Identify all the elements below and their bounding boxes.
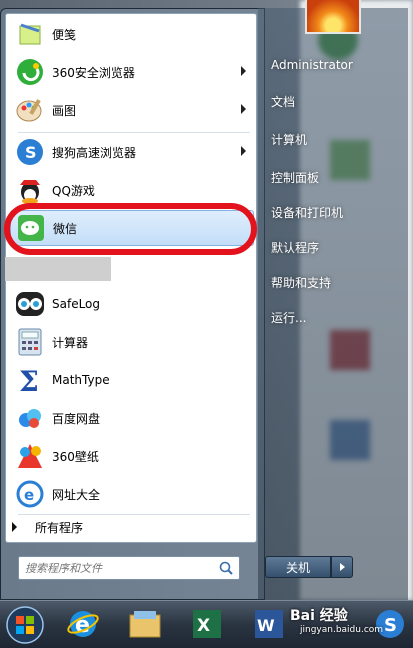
start-button[interactable] [0,601,50,648]
menu-item-label: 计算器 [52,335,89,350]
calculator-icon [14,326,46,358]
360-browser-icon [14,56,46,88]
watermark-logo: Bai 经验 [290,608,348,624]
svg-text:S: S [25,143,37,162]
svg-text:S: S [384,615,397,636]
taskbar-ie[interactable]: e [58,604,108,644]
menu-item-baidu-netdisk[interactable]: 百度网盘 [10,400,254,436]
taskbar-explorer[interactable] [120,604,170,644]
menu-item-sticky-notes[interactable]: 便笺 [10,16,254,52]
menu-item-sogou-browser[interactable]: S 搜狗高速浏览器 [10,134,254,170]
shutdown-button[interactable]: 关机 [265,556,331,578]
highlight-ring-annotation [4,203,257,255]
menu-item-url-directory[interactable]: e 网址大全 [10,476,254,512]
submenu-arrow-icon[interactable] [241,104,246,114]
menu-item-paint[interactable]: 画图 [10,92,254,128]
computer-link[interactable]: 计算机 [271,131,307,148]
all-programs-button[interactable]: 所有程序 [12,516,83,538]
baidu-netdisk-icon [14,402,46,434]
submenu-arrow-icon[interactable] [241,146,246,156]
redacted-block [5,257,111,281]
shutdown-options-button[interactable] [331,556,353,578]
menu-item-label: 画图 [52,103,77,118]
menu-item-label: QQ游戏 [52,183,95,198]
menu-divider [18,514,250,515]
svg-text:X: X [197,616,210,636]
menu-item-360-browser[interactable]: 360安全浏览器 [10,54,254,90]
svg-text:W: W [257,616,275,635]
menu-item-safelog[interactable]: SafeLog [10,286,254,322]
start-orb-icon [6,606,44,644]
default-programs-link[interactable]: 默认程序 [271,239,319,256]
control-panel-link[interactable]: 控制面板 [271,169,319,186]
file-explorer-icon [129,611,161,638]
search-icon[interactable] [219,561,233,578]
search-input[interactable] [25,558,215,578]
expand-arrow-icon [12,522,17,532]
svg-text:e: e [24,486,34,504]
menu-item-label: SafeLog [52,297,101,311]
menu-item-360-wallpaper[interactable]: 360壁纸 [10,438,254,474]
devices-printers-link[interactable]: 设备和打印机 [271,204,343,221]
user-avatar[interactable] [305,0,361,34]
menu-divider [18,132,250,133]
safelog-icon [14,288,46,320]
svg-text:Σ: Σ [19,366,39,394]
menu-item-mathtype[interactable]: Σ MathType [10,362,254,398]
chevron-right-icon [340,563,345,571]
menu-item-calculator[interactable]: 计算器 [10,324,254,360]
word-icon: W [255,610,283,638]
menu-item-label: 网址大全 [52,487,101,502]
taskbar-excel[interactable]: X [182,604,232,644]
internet-explorer-icon: e [67,611,99,638]
taskbar: e X W S Bai 经验 jingyan.baidu.com [0,600,413,648]
documents-link[interactable]: 文档 [271,93,295,110]
user-name-link[interactable]: Administrator [271,58,353,72]
sogou-browser-icon: S [14,136,46,168]
sticky-notes-icon [14,18,46,50]
menu-item-label: MathType [52,373,110,387]
excel-icon: X [193,610,221,638]
menu-item-label: 百度网盘 [52,411,101,426]
all-programs-label: 所有程序 [35,520,84,535]
search-box[interactable] [18,556,240,580]
paint-icon [14,94,46,126]
url-directory-icon: e [14,478,46,510]
submenu-arrow-icon[interactable] [241,66,246,76]
watermark-url: jingyan.baidu.com [300,625,384,635]
menu-item-label: 便笺 [52,27,77,42]
360-wallpaper-icon [14,440,46,472]
run-link[interactable]: 运行... [271,309,306,326]
taskbar-word[interactable]: W [244,604,294,644]
mathtype-icon: Σ [14,364,46,396]
taskbar-sogou[interactable]: S [365,604,413,644]
menu-item-label: 360壁纸 [52,449,99,464]
menu-item-label: 搜狗高速浏览器 [52,145,137,160]
qq-game-icon [14,174,46,206]
sogou-icon: S [376,610,404,638]
help-support-link[interactable]: 帮助和支持 [271,274,331,291]
menu-item-label: 360安全浏览器 [52,65,135,80]
